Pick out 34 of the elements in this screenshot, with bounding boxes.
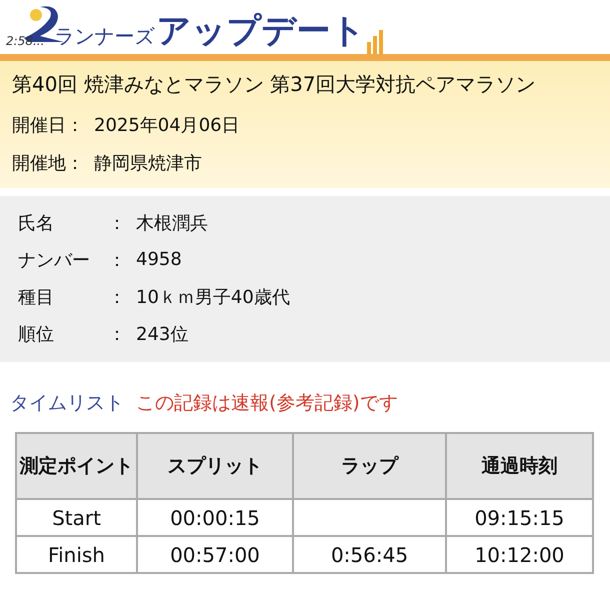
bar-chart-icon [367,30,384,54]
field-label: ナンバー [18,248,91,272]
logo-clock: 2:58... [6,34,44,48]
field-value: 10ｋｍ男子40歳代 [136,286,290,308]
logo-title: アップデート [156,10,366,53]
table-cell: Finish [16,536,137,573]
field-label: 順位 [18,322,55,346]
logo-subtitle: ランナーズ [54,23,154,50]
field-label: 開催地： [12,152,84,175]
table-cell: 00:00:15 [137,499,293,536]
field-label: 氏名 [18,212,55,234]
column-header: 通過時刻 [446,433,593,499]
field-value: 243位 [136,322,188,346]
notice-text: この記録は速報(参考記録)です [136,392,398,414]
table-cell: 0:56:45 [293,536,446,573]
field-value: 木根潤兵 [136,212,208,234]
table-cell: Start [16,499,137,536]
colon-separator: ： [107,212,127,234]
column-header: ラップ [293,433,446,499]
colon-separator: ： [107,286,127,308]
table-cell: 00:57:00 [137,536,293,573]
event-title: 第40回 焼津みなとマラソン 第37回大学対抗ペアマラソン [12,71,537,98]
field-value: 2025年04月06日 [94,114,240,137]
table-cell: 10:12:00 [446,536,593,573]
table-cell: 09:15:15 [446,499,593,536]
colon-separator: ： [107,248,127,272]
section-heading: タイムリスト [10,392,124,414]
column-header: 測定ポイント [16,433,137,499]
colon-separator: ： [107,322,127,346]
column-header: スプリット [137,433,293,499]
field-value: 静岡県焼津市 [94,152,202,175]
field-label: 開催日： [12,114,84,137]
field-label: 種目 [18,286,55,308]
field-value: 4958 [136,249,182,270]
